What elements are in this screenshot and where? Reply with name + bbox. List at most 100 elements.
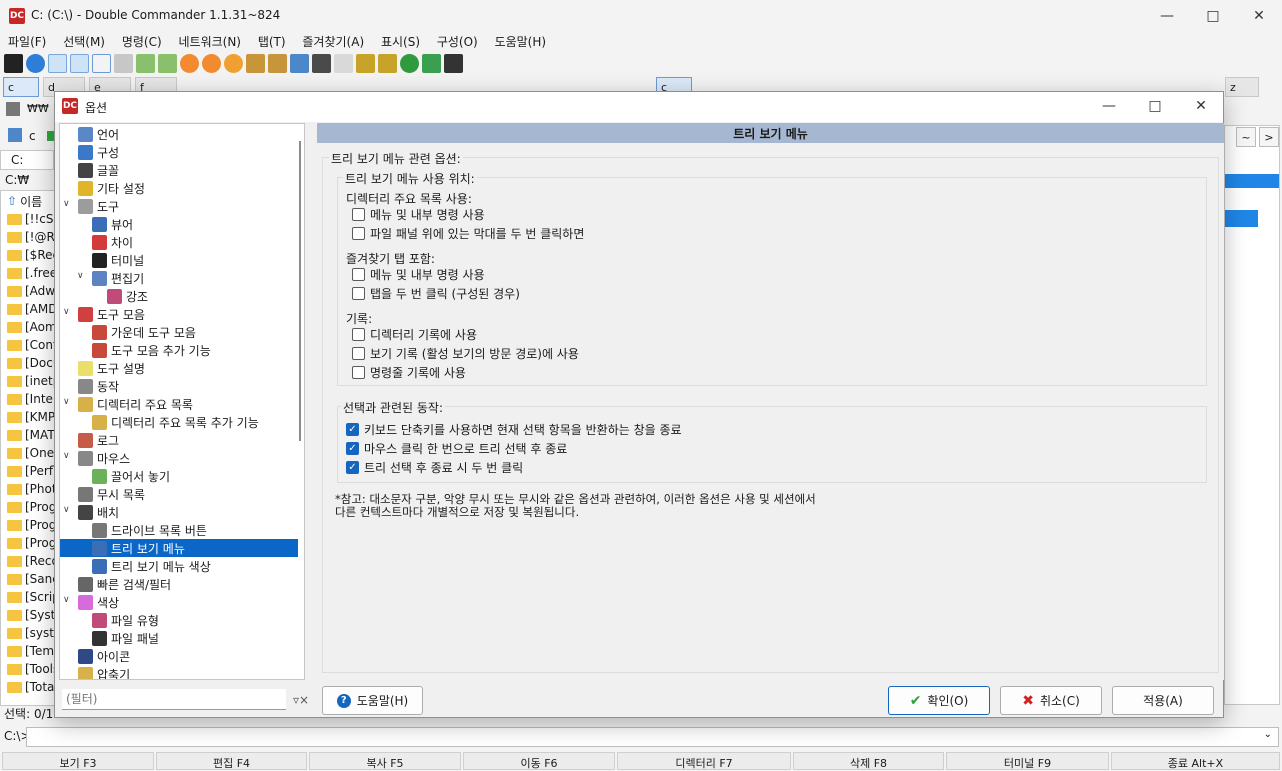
refresh-icon[interactable]: [400, 53, 419, 73]
list-item[interactable]: [.free: [7, 264, 57, 282]
list-item[interactable]: [Docu: [7, 354, 60, 372]
list-item[interactable]: [AMD: [7, 300, 57, 318]
list-item[interactable]: [Prog: [7, 534, 56, 552]
tree-item[interactable]: 도구 모음 추가 기능: [92, 341, 211, 359]
exit-button[interactable]: 종료 Alt+X: [1111, 752, 1280, 770]
list-item[interactable]: [!@RI: [7, 228, 58, 246]
list-item[interactable]: [Reco: [7, 552, 59, 570]
back-icon[interactable]: [136, 53, 155, 73]
f9-terminal-button[interactable]: 터미널 F9: [946, 752, 1109, 770]
tree-item[interactable]: 로그: [78, 431, 119, 449]
checkbox-box[interactable]: [352, 328, 365, 341]
tree-item[interactable]: 글꼴: [78, 161, 119, 179]
chevron-down-icon[interactable]: ∨: [63, 451, 70, 461]
plugin-icon[interactable]: [180, 53, 199, 73]
checkbox-box[interactable]: [352, 268, 365, 281]
tree-item[interactable]: 뷰어: [92, 215, 133, 233]
tree-item[interactable]: 동작: [78, 377, 119, 395]
f8-delete-button[interactable]: 삭제 F8: [793, 752, 944, 770]
list-item[interactable]: [OneL: [7, 444, 61, 462]
dialog-maximize-icon[interactable]: □: [1132, 92, 1178, 120]
tree-item[interactable]: 드라이브 목록 버튼: [92, 521, 207, 539]
chevron-down-icon[interactable]: ∨: [77, 271, 84, 281]
network-icon[interactable]: [6, 102, 20, 116]
filter-input[interactable]: [62, 689, 286, 710]
menu-tabs[interactable]: 탭(T): [258, 35, 286, 49]
tree-item[interactable]: 터미널: [92, 251, 144, 269]
ok-button[interactable]: ✔ 확인(O): [888, 686, 990, 715]
copy-icon[interactable]: [290, 53, 309, 73]
checkbox-sel-keyboard[interactable]: ✓ 키보드 단축키를 사용하면 현재 선택 항목을 반환하는 창을 종료: [346, 421, 682, 438]
pack-icon[interactable]: [246, 53, 265, 73]
list-item[interactable]: [inetp: [7, 372, 60, 390]
list-item[interactable]: [Adw: [7, 282, 55, 300]
7z-icon[interactable]: [444, 53, 463, 73]
tree-scrollbar[interactable]: [299, 141, 301, 441]
checkbox-box[interactable]: [352, 366, 365, 379]
tree-item[interactable]: 차이: [92, 233, 133, 251]
list-item[interactable]: [Prog: [7, 498, 56, 516]
tree-item[interactable]: 도구: [78, 197, 119, 215]
chevron-down-icon[interactable]: ∨: [63, 307, 70, 317]
dialog-close-icon[interactable]: ✕: [1178, 92, 1224, 120]
list-item[interactable]: [Prog: [7, 516, 56, 534]
menu-help[interactable]: 도움말(H): [495, 35, 547, 49]
f6-move-button[interactable]: 이동 F6: [463, 752, 615, 770]
menu-file[interactable]: 파일(F): [8, 35, 46, 49]
tree-item[interactable]: 편집기: [92, 269, 144, 287]
list-item[interactable]: [MAT: [7, 426, 55, 444]
checkbox-hist-view[interactable]: 보기 기록 (활성 보기의 방문 경로)에 사용: [352, 345, 579, 362]
forward-arrow-icon[interactable]: >: [1259, 127, 1279, 147]
checkbox-box[interactable]: [352, 287, 365, 300]
f5-copy-button[interactable]: 복사 F5: [309, 752, 461, 770]
list-item[interactable]: [Scrip: [7, 588, 60, 606]
thumbnail-view-icon[interactable]: [92, 53, 111, 73]
compare-icon[interactable]: [114, 53, 133, 73]
menu-favorites[interactable]: 즐겨찾기(A): [302, 35, 364, 49]
tree-item[interactable]: 무시 목록: [78, 485, 145, 503]
folder2-icon[interactable]: [378, 53, 397, 73]
terminal-icon[interactable]: [4, 53, 23, 73]
cmdline-dropdown-icon[interactable]: ⌄: [1264, 729, 1272, 740]
chevron-down-icon[interactable]: ∨: [63, 397, 70, 407]
list-item[interactable]: [Phot: [7, 480, 57, 498]
menu-network[interactable]: 네트워크(N): [178, 35, 241, 49]
tree-item[interactable]: 끌어서 놓기: [92, 467, 170, 485]
drive-label[interactable]: c: [29, 129, 36, 143]
tree-item[interactable]: 강조: [107, 287, 148, 305]
tree-item[interactable]: 가운데 도구 모음: [92, 323, 196, 341]
drive-button-z[interactable]: z: [1225, 77, 1259, 97]
list-item[interactable]: [$Rec: [7, 246, 59, 264]
left-file-list[interactable]: ⇧ 이름 [!!cSk [!@RI [$Rec [.free [Adw [AMD [Aom[…: [0, 190, 63, 706]
tree-item[interactable]: 아이콘: [78, 647, 130, 665]
checkbox-fav-tab[interactable]: 탭을 두 번 클릭 (구성된 경우): [352, 285, 520, 302]
help-button[interactable]: ? 도움말(H): [322, 686, 423, 715]
tree-item[interactable]: 트리 보기 메뉴: [60, 539, 298, 557]
list-item[interactable]: [Perfl: [7, 462, 56, 480]
menu-show[interactable]: 표시(S): [381, 35, 420, 49]
checkbox-box[interactable]: ✓: [346, 461, 359, 474]
menu-configuration[interactable]: 구성(O): [437, 35, 478, 49]
tree-item[interactable]: 기타 설정: [78, 179, 145, 197]
list-item[interactable]: [KMP: [7, 408, 55, 426]
tree-item[interactable]: 트리 보기 메뉴 색상: [92, 557, 211, 575]
tree-item[interactable]: 구성: [78, 143, 119, 161]
edit-icon[interactable]: [334, 53, 353, 73]
checkbox-hist-dir[interactable]: 디렉터리 기록에 사용: [352, 326, 477, 343]
drive-button-c[interactable]: c: [3, 77, 39, 97]
tree-item[interactable]: 배치: [78, 503, 119, 521]
clear-filter-icon[interactable]: ▿×: [293, 693, 309, 707]
f3-view-button[interactable]: 보기 F3: [2, 752, 154, 770]
tree-item[interactable]: 압축기: [78, 665, 130, 679]
tree-item[interactable]: 빠른 검색/필터: [78, 575, 171, 593]
history-dropdown-icon[interactable]: ~: [1236, 127, 1256, 147]
tree-item[interactable]: 디렉터리 주요 목록 추가 기능: [92, 413, 259, 431]
list-item[interactable]: [Tem: [7, 642, 54, 660]
list-item[interactable]: [Sanc: [7, 570, 59, 588]
checkbox-box[interactable]: ✓: [346, 423, 359, 436]
column-header-name[interactable]: ⇧ 이름: [7, 192, 42, 210]
tree-item[interactable]: 언어: [78, 125, 119, 143]
tree-item[interactable]: 도구 설명: [78, 359, 145, 377]
hand-icon[interactable]: [224, 53, 243, 73]
close-icon[interactable]: ✕: [1236, 0, 1282, 31]
